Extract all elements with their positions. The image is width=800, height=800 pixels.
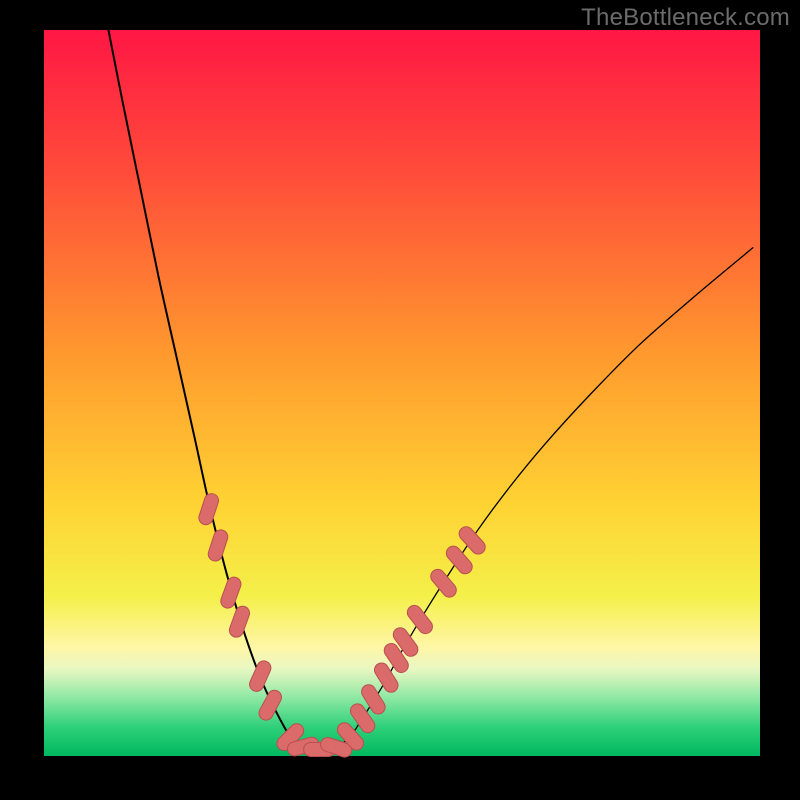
bottleneck-chart — [0, 0, 800, 800]
chart-frame: TheBottleneck.com — [0, 0, 800, 800]
